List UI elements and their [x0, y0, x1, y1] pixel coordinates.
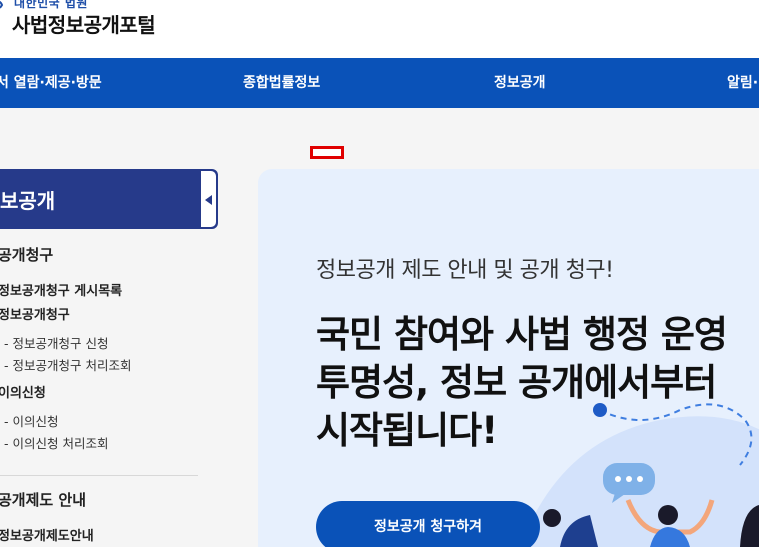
hero-subtitle: 정보공개 제도 안내 및 공개 청구!: [316, 258, 614, 283]
sidebar-item-objection-apply[interactable]: - 이의신청: [4, 411, 58, 430]
sidebar-item-request[interactable]: 정보공개청구: [0, 304, 70, 323]
sidebar-item-request-status[interactable]: - 정보공개청구 처리조회: [4, 355, 131, 374]
hero-headline-line-3: 시작됩니다!: [316, 409, 498, 452]
sidebar-item-request-list[interactable]: 정보공개청구 게시목록: [0, 280, 122, 299]
site-header: 대한민국 법원 사법정보공개포털: [0, 0, 759, 58]
nav-item-notice[interactable]: 알림·: [727, 58, 758, 108]
sidebar-title: 보공개: [0, 189, 56, 213]
nav-item-information-disclosure[interactable]: 정보공개: [494, 58, 546, 108]
sidebar-group-request[interactable]: 공개청구: [0, 244, 53, 265]
highlight-marker: [310, 146, 344, 159]
nav-item-legal-info[interactable]: 종합법률정보: [243, 58, 320, 108]
court-logo-icon: [0, 0, 4, 9]
sidebar-item-guide[interactable]: 정보공개제도안내: [0, 525, 94, 544]
sidebar-divider: [0, 475, 198, 476]
main-nav: 서 열람·제공·방문 종합법률정보 정보공개 알림·: [0, 58, 759, 108]
request-disclosure-button[interactable]: 정보공개 청구하겨: [316, 501, 540, 547]
sidebar-collapse-button[interactable]: [200, 170, 217, 228]
hero-headline-line-2: 투명성, 정보 공개에서부터: [316, 361, 717, 404]
site-title[interactable]: 사법정보공개포털: [12, 9, 156, 38]
hero-headline-line-1: 국민 참여와 사법 행정 운영: [316, 313, 728, 356]
nav-item-document-access[interactable]: 서 열람·제공·방문: [0, 58, 102, 108]
sidebar-item-request-apply[interactable]: - 정보공개청구 신청: [4, 333, 108, 352]
sidebar-item-objection-status[interactable]: - 이의신청 처리조회: [4, 433, 108, 452]
sidebar-group-guide[interactable]: 공개제도 안내: [0, 489, 86, 510]
sidebar-item-objection[interactable]: 이의신청: [0, 382, 46, 401]
